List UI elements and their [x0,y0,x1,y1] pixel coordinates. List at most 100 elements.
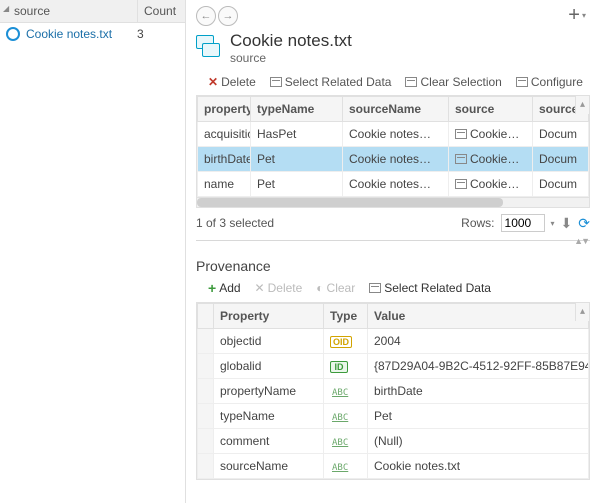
table-row[interactable]: acquisitionD…HasPetCookie notes…Cookie…D… [198,122,589,147]
rows-dropdown-icon[interactable]: ▾ [551,219,555,228]
scroll-up-icon[interactable]: ▴ [575,96,589,114]
prov-row-header-col [198,304,214,329]
select-related-button[interactable]: Select Related Data [270,75,392,89]
rows-label: Rows: [461,216,494,230]
sidebar-row-count: 3 [137,27,179,41]
cell-value: 2004 [368,329,589,354]
table-row[interactable]: comment ABC (Null) [198,429,589,454]
clear-selection-button[interactable]: Clear Selection [405,75,501,89]
grid-col-source[interactable]: source [449,97,533,122]
cell-property: objectid [214,329,324,354]
document-icon [196,35,222,61]
cell-property: typeName [214,404,324,429]
sidebar-row[interactable]: Cookie notes.txt 3 [0,23,185,45]
table-icon [405,77,417,87]
provenance-title: Provenance [186,252,600,278]
cell-property: comment [214,429,324,454]
cell-type: ID [324,354,368,379]
scroll-thumb[interactable] [197,198,503,207]
cell-property: sourceName [214,454,324,479]
grid-col-sourcename[interactable]: sourceName [343,97,449,122]
cell-value: (Null) [368,429,589,454]
row-header[interactable] [198,429,214,454]
cell-source: Cookie… [449,122,533,147]
cell-sourcetype: Docum [533,172,589,197]
row-header[interactable] [198,404,214,429]
cell-sourcetype: Docum [533,147,589,172]
type-badge: ABC [330,463,350,473]
type-badge: ABC [330,438,350,448]
type-badge: ABC [330,388,350,398]
prov-delete-button: ✕ Delete [255,281,303,295]
configure-icon [516,77,528,87]
document-icon [455,129,467,139]
prov-col-type[interactable]: Type [324,304,368,329]
table-row[interactable]: namePetCookie notes…Cookie…Docum [198,172,589,197]
horizontal-scrollbar[interactable] [196,198,590,208]
cell-typename: Pet [251,172,343,197]
sidebar-col-count[interactable]: Count [137,0,185,22]
cell-propertyname: name [198,172,251,197]
prov-col-property[interactable]: Property [214,304,324,329]
delete-button[interactable]: ✕ Delete [208,75,256,89]
page-title: Cookie notes.txt [230,31,352,51]
cell-source: Cookie… [449,172,533,197]
main-grid[interactable]: propertyName typeName sourceName source … [196,95,590,198]
nav-back-button[interactable]: ← [196,6,216,26]
prov-col-value[interactable]: Value [368,304,589,329]
table-row[interactable]: birthDatePetCookie notes…Cookie…Docum [198,147,589,172]
sidebar-row-label: Cookie notes.txt [26,27,137,41]
pane-divider[interactable]: ▲▼ [196,240,590,248]
page-subtitle: source [230,51,352,65]
scroll-up-icon[interactable]: ▴ [575,303,589,321]
grid-col-typename[interactable]: typeName [251,97,343,122]
row-header[interactable] [198,354,214,379]
document-icon [455,154,467,164]
refresh-icon[interactable]: ⟳ [578,215,590,232]
table-row[interactable]: globalidID{87D29A04-9B2C-4512-92FF-85B87… [198,354,589,379]
row-header[interactable] [198,379,214,404]
row-header[interactable] [198,329,214,354]
cell-type: ABC [324,429,368,454]
cell-type: ABC [324,404,368,429]
download-icon[interactable]: ⬇ [561,215,573,232]
grid-col-propertyname[interactable]: propertyName [198,97,251,122]
radio-icon[interactable] [6,27,20,41]
sidebar-header: source Count [0,0,185,23]
eraser-icon: ◐ [316,281,323,295]
add-button[interactable]: + ▾ [564,4,590,27]
delete-x-icon: ✕ [255,281,265,295]
plus-icon: + [568,4,580,27]
delete-x-icon: ✕ [208,75,218,89]
cell-typename: HasPet [251,122,343,147]
provenance-grid[interactable]: Property Type Value objectid OID 2004globa… [196,302,590,480]
nav-arrows: ← → [196,6,238,26]
sidebar-col-source[interactable]: source [0,0,137,22]
title-row: Cookie notes.txt source [186,29,600,71]
cell-value: Cookie notes.txt [368,454,589,479]
table-row[interactable]: typeNameABCPet [198,404,589,429]
cell-sourcename: Cookie notes… [343,172,449,197]
table-row[interactable]: objectid OID 2004 [198,329,589,354]
cell-sourcetype: Docum [533,122,589,147]
cell-type: OID [324,329,368,354]
cell-sourcename: Cookie notes… [343,147,449,172]
rows-input[interactable] [501,214,545,232]
row-header[interactable] [198,454,214,479]
prov-select-related-button[interactable]: Select Related Data [369,281,491,295]
table-icon [369,283,381,293]
cell-type: ABC [324,454,368,479]
selection-status: 1 of 3 selected [196,216,274,230]
main-panel: ← → + ▾ Cookie notes.txt source ✕ Delete… [186,0,600,503]
type-badge: OID [330,336,352,348]
table-icon [270,77,282,87]
prov-add-button[interactable]: + Add [208,280,241,296]
table-row[interactable]: sourceName ABC Cookie notes.txt [198,454,589,479]
configure-button[interactable]: Configure [516,75,583,89]
cell-typename: Pet [251,147,343,172]
prov-header-row: Property Type Value [198,304,589,329]
table-row[interactable]: propertyNameABCbirthDate [198,379,589,404]
cell-property: propertyName [214,379,324,404]
plus-icon: + [208,280,216,296]
nav-forward-button[interactable]: → [218,6,238,26]
